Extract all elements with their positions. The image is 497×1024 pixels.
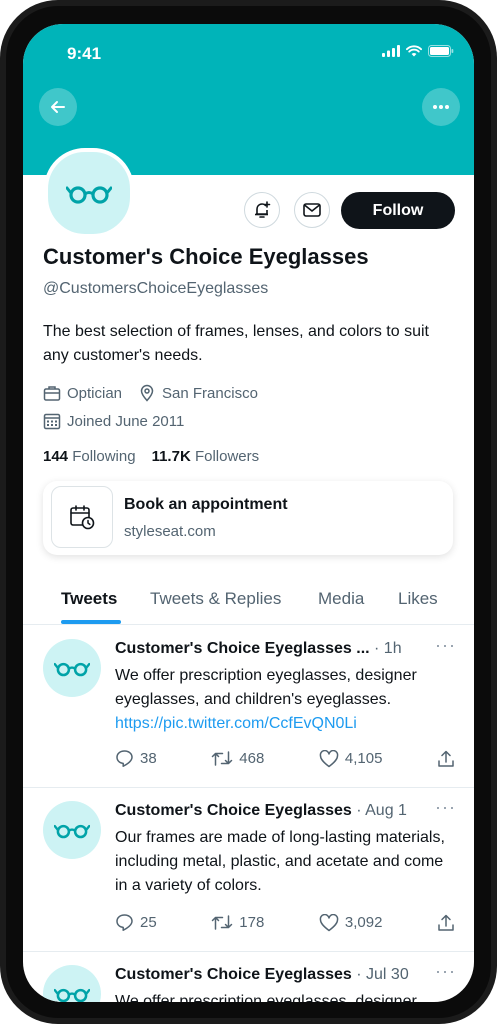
tweet-item[interactable]: Customer's Choice Eyeglasses ... · 1h ··…	[23, 625, 474, 788]
followers-label: Followers	[194, 448, 260, 465]
reply-count: 25	[140, 914, 157, 931]
battery-icon	[428, 45, 454, 57]
tweet-item[interactable]: Customer's Choice Eyeglasses · Aug 1 ···…	[23, 787, 474, 952]
profile-location: San Francisco	[162, 384, 258, 402]
tweet-author: Customer's Choice Eyeglasses	[115, 802, 352, 819]
share-button[interactable]	[437, 749, 455, 768]
profile-tabs: Tweets Tweets & Replies Media Likes	[23, 584, 474, 625]
briefcase-icon	[43, 386, 61, 401]
appointment-card[interactable]: Book an appointment styleseat.com	[43, 481, 453, 555]
following-label: Following	[72, 448, 136, 465]
profile-category: Optician	[67, 384, 123, 402]
signal-icon	[382, 45, 400, 57]
tweet-time: · Aug 1	[351, 802, 407, 819]
reply-button[interactable]: 38	[115, 749, 157, 768]
more-icon	[433, 105, 449, 109]
following-link[interactable]: 144 Following	[43, 448, 136, 465]
like-button[interactable]: 4,105	[319, 749, 383, 768]
message-button[interactable]	[294, 192, 330, 228]
tweet-text: We offer prescription eyeglasses, design…	[115, 993, 417, 1002]
profile-joined: Joined June 2011	[67, 412, 185, 430]
eyeglasses-icon	[66, 186, 112, 204]
retweet-button[interactable]: 468	[211, 749, 264, 768]
profile-handle: @CustomersChoiceEyeglasses	[43, 280, 269, 297]
follow-button[interactable]: Follow	[341, 192, 455, 229]
active-tab-indicator	[61, 620, 121, 624]
calendar-clock-icon	[70, 505, 95, 530]
like-count: 3,092	[344, 914, 383, 931]
tweet-more-icon[interactable]: ···	[435, 635, 456, 656]
retweet-icon	[212, 751, 233, 766]
eyeglasses-icon	[54, 988, 90, 1002]
tweet-more-icon[interactable]: ···	[435, 797, 456, 818]
retweet-count: 468	[239, 750, 265, 767]
tweet-author: Customer's Choice Eyeglasses	[115, 966, 352, 983]
status-bar: 9:41	[23, 24, 474, 68]
tweet-actions: 38 468 4,105	[115, 749, 455, 768]
followers-link[interactable]: 11.7K Followers	[152, 448, 260, 465]
eyeglasses-icon	[54, 824, 90, 839]
reply-icon	[116, 914, 133, 931]
calendar-icon	[43, 413, 61, 430]
reply-icon	[116, 750, 133, 767]
tweet-body: We offer prescription eyeglasses, design…	[115, 667, 417, 708]
retweet-button[interactable]: 178	[211, 913, 264, 932]
tweet-actions: 25 178 3,092	[115, 913, 455, 932]
tweet-header: Customer's Choice Eyeglasses · Jul 30	[115, 966, 445, 984]
reply-button[interactable]: 25	[115, 913, 157, 932]
notify-button[interactable]	[244, 192, 280, 228]
profile-meta-row: Optician San Francisco	[43, 384, 258, 402]
heart-icon	[319, 749, 339, 767]
mail-icon	[303, 203, 321, 217]
tweet-author: Customer's Choice Eyeglasses ...	[115, 640, 370, 657]
retweet-icon	[212, 915, 233, 930]
following-count: 144	[43, 448, 69, 465]
profile-avatar[interactable]	[44, 148, 134, 238]
tweet-item[interactable]: Customer's Choice Eyeglasses · Jul 30 ··…	[23, 951, 474, 1002]
share-button[interactable]	[437, 913, 455, 932]
location-icon	[140, 384, 154, 402]
arrow-left-icon	[51, 101, 65, 113]
eyeglasses-icon	[54, 662, 90, 677]
profile-name: Customer's Choice Eyeglasses	[43, 244, 369, 269]
tab-tweets-replies[interactable]: Tweets & Replies	[150, 589, 281, 609]
bell-plus-icon	[255, 201, 271, 218]
card-title: Book an appointment	[124, 496, 288, 513]
tweet-time: · 1h	[369, 640, 402, 657]
wifi-icon	[406, 45, 422, 57]
tweet-avatar[interactable]	[43, 639, 101, 697]
like-count: 4,105	[344, 750, 383, 767]
reply-count: 38	[140, 750, 157, 767]
card-icon-box	[51, 486, 113, 548]
followers-count: 11.7K	[151, 448, 191, 465]
tab-tweets[interactable]: Tweets	[61, 589, 117, 609]
status-time: 9:41	[67, 44, 102, 63]
tab-likes[interactable]: Likes	[398, 589, 438, 609]
tweet-text: Our frames are made of long-lasting mate…	[115, 829, 445, 894]
screen: 9:41 Follow Customer's Choice Eyeglasses…	[23, 24, 474, 1002]
tweet-header: Customer's Choice Eyeglasses ... · 1h	[115, 640, 445, 658]
tweet-avatar[interactable]	[43, 965, 101, 1002]
more-button[interactable]	[422, 88, 460, 126]
tweet-time: · Jul 30	[351, 966, 409, 983]
tweet-avatar[interactable]	[43, 801, 101, 859]
tweet-header: Customer's Choice Eyeglasses · Aug 1	[115, 802, 445, 820]
tweet-link[interactable]: https://pic.twitter.com/CcfEvQN0Li	[115, 715, 357, 732]
heart-icon	[319, 913, 339, 931]
profile-joined-row: Joined June 2011	[43, 412, 184, 430]
card-subtitle: styleseat.com	[124, 523, 216, 540]
like-button[interactable]: 3,092	[319, 913, 383, 932]
tweet-text: We offer prescription eyeglasses, design…	[115, 664, 460, 736]
tab-media[interactable]: Media	[318, 589, 364, 609]
share-icon	[438, 914, 454, 931]
tweet-more-icon[interactable]: ···	[435, 961, 456, 982]
profile-bio: The best selection of frames, lenses, an…	[43, 323, 429, 364]
retweet-count: 178	[239, 914, 265, 931]
back-button[interactable]	[39, 88, 77, 126]
status-icons	[382, 45, 454, 57]
share-icon	[438, 750, 454, 767]
profile-stats: 144 Following 11.7K Followers	[43, 448, 259, 465]
